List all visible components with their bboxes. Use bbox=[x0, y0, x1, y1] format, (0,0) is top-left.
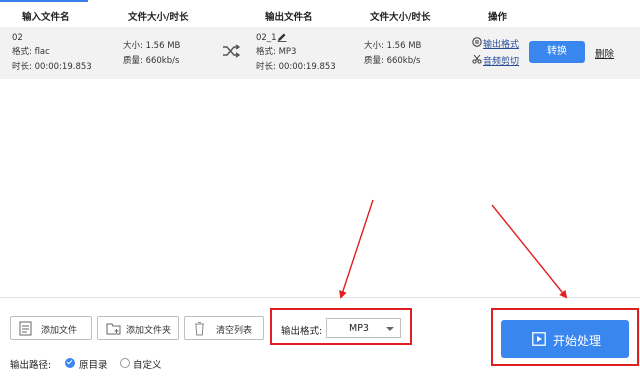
annotation-arrow-to-start bbox=[491, 204, 568, 299]
annotation-arrows bbox=[339, 199, 568, 299]
annotation-arrow-to-format bbox=[339, 199, 374, 299]
